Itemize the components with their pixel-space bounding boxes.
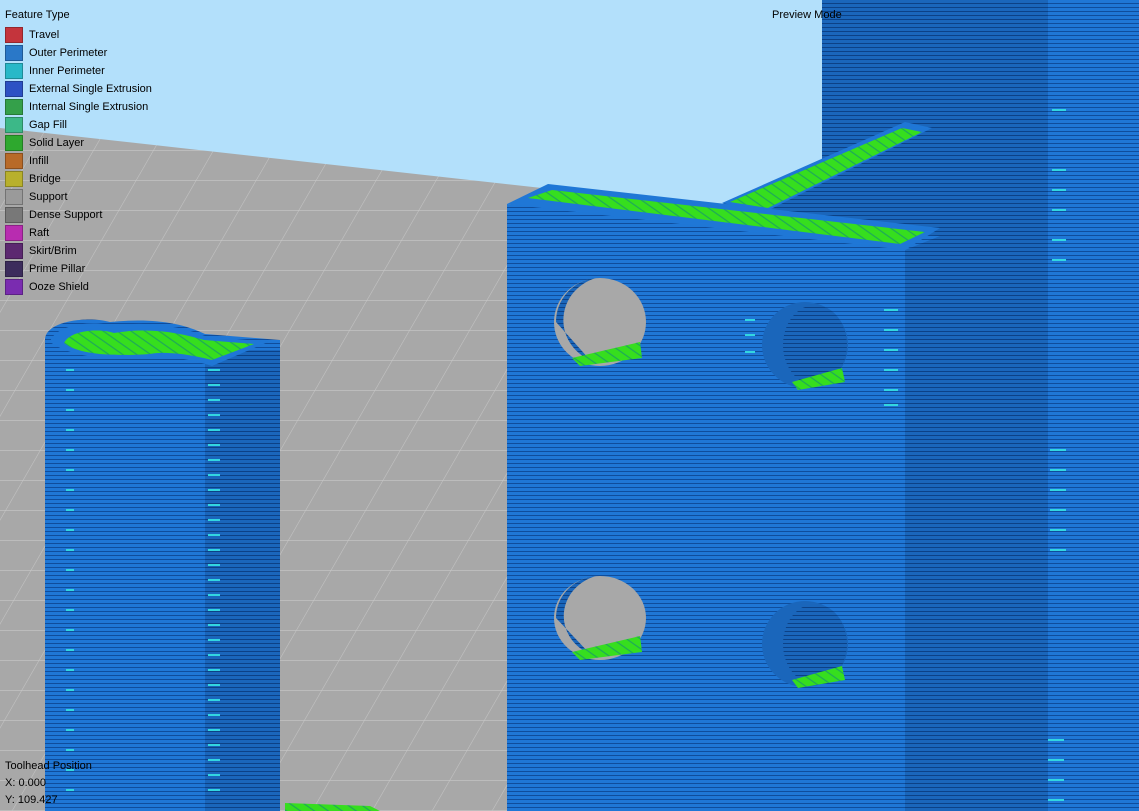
bracket-part bbox=[507, 184, 940, 811]
legend-item-skirt-brim: Skirt/Brim bbox=[5, 242, 152, 260]
legend-label: Solid Layer bbox=[29, 137, 85, 149]
toolhead-y: Y: 109.427 bbox=[5, 794, 58, 806]
legend-label: Skirt/Brim bbox=[29, 245, 77, 257]
toolhead-title: Toolhead Position bbox=[5, 760, 92, 772]
legend-label: Travel bbox=[29, 29, 60, 41]
legend-item-support: Support bbox=[5, 188, 152, 206]
legend-label: Bridge bbox=[29, 173, 61, 185]
legend-swatch bbox=[5, 27, 23, 43]
legend-title: Feature Type bbox=[5, 9, 70, 21]
legend-swatch bbox=[5, 117, 23, 133]
legend-swatch bbox=[5, 261, 23, 277]
legend-item-inner-perimeter: Inner Perimeter bbox=[5, 62, 152, 80]
legend-items: Travel Outer Perimeter Inner Perimeter Exte… bbox=[5, 26, 152, 296]
legend-item-outer-perimeter: Outer Perimeter bbox=[5, 44, 152, 62]
legend-label: Support bbox=[29, 191, 68, 203]
legend-swatch bbox=[5, 63, 23, 79]
3d-viewport[interactable] bbox=[0, 0, 1139, 811]
legend-item-solid-layer: Solid Layer bbox=[5, 134, 152, 152]
legend-item-raft: Raft bbox=[5, 224, 152, 242]
legend-label: Inner Perimeter bbox=[29, 65, 105, 77]
legend-item-ooze-shield: Ooze Shield bbox=[5, 278, 152, 296]
legend-item-gap-fill: Gap Fill bbox=[5, 116, 152, 134]
preview-mode-label: Preview Mode bbox=[772, 9, 842, 21]
legend-swatch bbox=[5, 135, 23, 151]
legend-item-bridge: Bridge bbox=[5, 170, 152, 188]
legend-label: Infill bbox=[29, 155, 49, 167]
legend-swatch bbox=[5, 279, 23, 295]
legend-label: Outer Perimeter bbox=[29, 47, 108, 59]
legend-item-internal-single-extrusion: Internal Single Extrusion bbox=[5, 98, 152, 116]
legend-swatch bbox=[5, 171, 23, 187]
legend-item-prime-pillar: Prime Pillar bbox=[5, 260, 152, 278]
pillar-part bbox=[45, 319, 280, 811]
legend-label: Prime Pillar bbox=[29, 263, 86, 275]
feature-type-legend: Feature Type Travel Outer Perimeter Inner … bbox=[5, 8, 152, 296]
legend-swatch bbox=[5, 81, 23, 97]
legend-label: External Single Extrusion bbox=[29, 83, 152, 95]
legend-label: Gap Fill bbox=[29, 119, 67, 131]
legend-swatch bbox=[5, 99, 23, 115]
legend-swatch bbox=[5, 243, 23, 259]
legend-item-travel: Travel bbox=[5, 26, 152, 44]
legend-swatch bbox=[5, 45, 23, 61]
legend-swatch bbox=[5, 189, 23, 205]
legend-label: Internal Single Extrusion bbox=[29, 101, 149, 113]
legend-swatch bbox=[5, 225, 23, 241]
toolhead-position-panel: Toolhead Position X: 0.000 Y: 109.427 bbox=[5, 758, 92, 809]
legend-item-external-single-extrusion: External Single Extrusion bbox=[5, 80, 152, 98]
legend-label: Raft bbox=[29, 227, 50, 239]
legend-item-infill: Infill bbox=[5, 152, 152, 170]
legend-item-dense-support: Dense Support bbox=[5, 206, 152, 224]
legend-label: Ooze Shield bbox=[29, 281, 89, 293]
legend-swatch bbox=[5, 207, 23, 223]
legend-label: Dense Support bbox=[29, 209, 103, 221]
legend-swatch bbox=[5, 153, 23, 169]
toolhead-x: X: 0.000 bbox=[5, 777, 46, 789]
